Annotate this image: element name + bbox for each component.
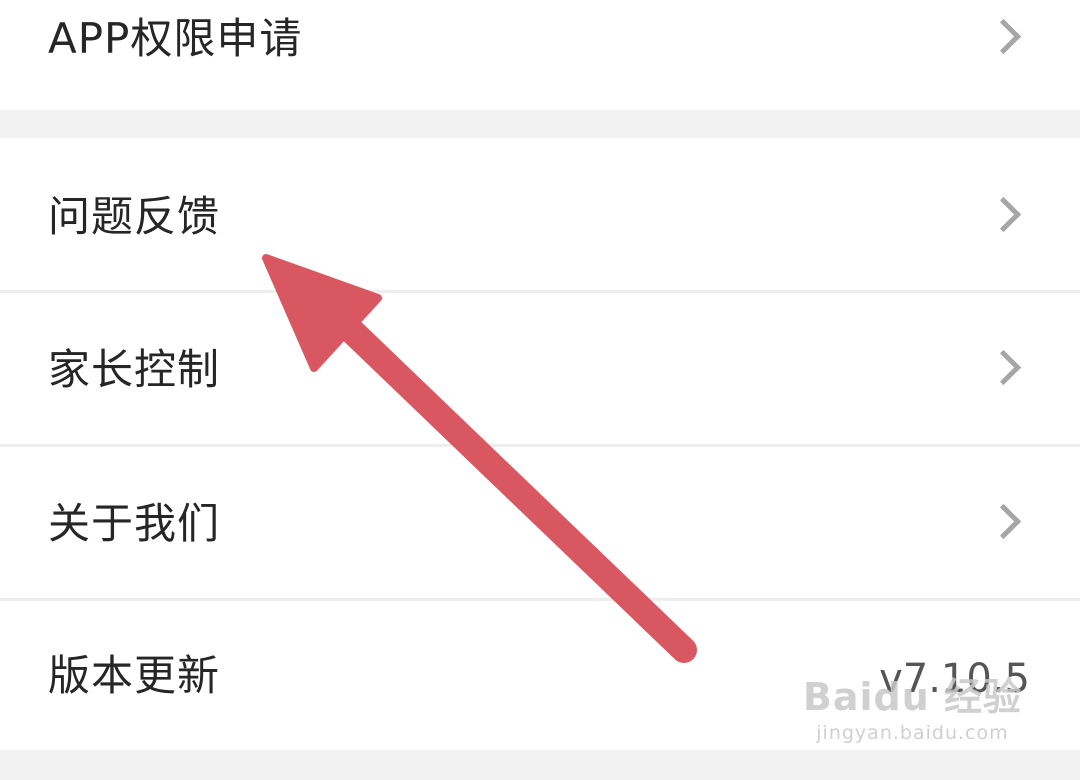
menu-item-label: APP权限申请: [48, 14, 303, 63]
menu-item-label: 关于我们: [48, 499, 221, 548]
settings-page: APP权限申请 问题反馈 家长控制 关于我们 版本更新 v7.10.5 Baid…: [0, 0, 1080, 780]
menu-item-label: 家长控制: [48, 345, 221, 394]
chevron-right-icon: [985, 196, 1022, 233]
chevron-right-icon: [985, 503, 1022, 540]
permissions-section: APP权限申请: [0, 0, 1080, 110]
menu-item-app-permissions[interactable]: APP权限申请: [0, 0, 1080, 110]
baidu-watermark: Baidu 经验 jingyan.baidu.com: [803, 678, 1022, 744]
chevron-right-icon: [985, 349, 1022, 386]
menu-item-parental-control[interactable]: 家长控制: [0, 293, 1080, 445]
settings-section: 问题反馈 家长控制 关于我们 版本更新 v7.10.5: [0, 138, 1080, 750]
menu-item-feedback[interactable]: 问题反馈: [0, 138, 1080, 290]
watermark-url: jingyan.baidu.com: [816, 722, 1009, 744]
chevron-right-icon: [985, 18, 1022, 55]
watermark-logo: Baidu 经验: [802, 675, 1022, 719]
menu-item-label: 问题反馈: [48, 192, 221, 241]
menu-item-about-us[interactable]: 关于我们: [0, 447, 1080, 599]
menu-item-label: 版本更新: [48, 651, 221, 700]
